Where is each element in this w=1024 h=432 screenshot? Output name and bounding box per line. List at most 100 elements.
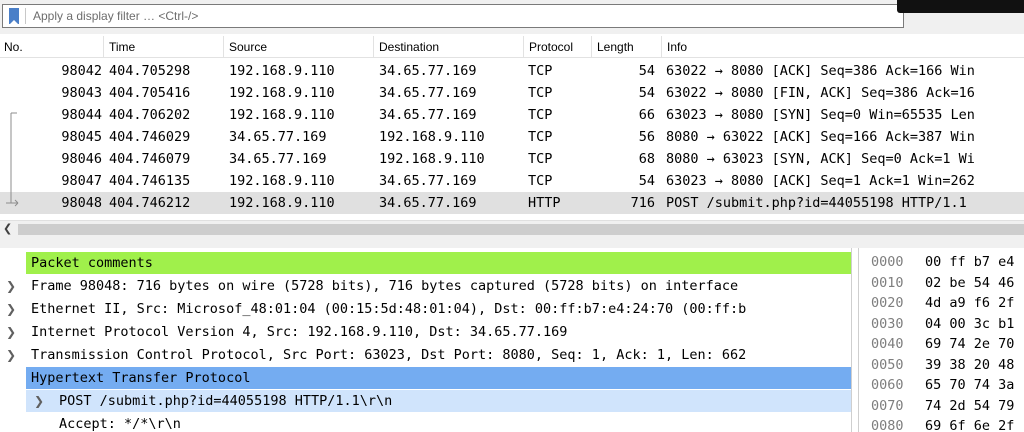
column-header-source[interactable]: Source <box>225 36 374 58</box>
packet-source-cell: 34.65.77.169 <box>229 129 327 145</box>
packet-row[interactable]: 98044 404.706202 192.168.9.110 34.65.77.169… <box>0 104 1024 126</box>
packet-protocol-cell: TCP <box>528 63 553 79</box>
packet-length-cell: 54 <box>638 173 655 189</box>
column-header-no[interactable]: No. <box>0 36 104 58</box>
detail-row[interactable]: ❯ Ethernet II, Src: Microsof_48:01:04 (00… <box>0 298 851 320</box>
packet-row[interactable]: 98043 404.705416 192.168.9.110 34.65.77.169… <box>0 82 1024 104</box>
hex-bytes: 39 38 20 48 <box>925 356 1015 373</box>
packet-protocol-cell: HTTP <box>528 195 561 211</box>
packet-protocol-cell: TCP <box>528 85 553 101</box>
window-edge <box>897 0 1024 13</box>
hex-offset: 0060 <box>871 377 904 393</box>
column-header-info[interactable]: Info <box>663 36 1024 58</box>
hex-offset: 0050 <box>871 356 904 373</box>
conversation-line-icon <box>10 148 12 170</box>
packet-destination-cell: 34.65.77.169 <box>379 173 477 189</box>
packet-row[interactable]: 98045 404.746029 34.65.77.169 192.168.9.110… <box>0 126 1024 148</box>
detail-row[interactable]: ❯ Frame 98048: 716 bytes on wire (5728 bi… <box>0 275 851 297</box>
packet-list: 98042 404.705298 192.168.9.110 34.65.77.169… <box>0 60 1024 218</box>
filter-separator <box>25 8 26 24</box>
packet-list-scrollbar[interactable]: ❮ <box>0 220 1024 237</box>
packet-no-cell: 98045 <box>61 129 102 145</box>
collapse-arrow-icon[interactable]: ❯ <box>2 275 20 297</box>
hex-bytes: 00 ff b7 e4 <box>925 254 1015 270</box>
conversation-line-icon <box>10 126 12 148</box>
detail-row[interactable]: ⌄Hypertext Transfer Protocol <box>26 367 851 389</box>
packet-info-cell: 8080 → 63022 [ACK] Seq=166 Ack=387 Win <box>666 129 975 145</box>
packet-destination-cell: 34.65.77.169 <box>379 85 477 101</box>
detail-text: Frame 98048: 716 bytes on wire (5728 bit… <box>31 278 739 294</box>
hex-offset: 0020 <box>871 295 904 311</box>
detail-row[interactable]: ❯ POST /submit.php?id=44055198 HTTP/1.1\r… <box>26 390 851 412</box>
packet-destination-cell: 192.168.9.110 <box>379 151 485 167</box>
conversation-line-icon <box>10 112 17 126</box>
pane-splitter[interactable] <box>0 237 1024 248</box>
hex-bytes: 4d a9 f6 2f <box>925 295 1015 311</box>
collapse-arrow-icon[interactable]: ❯ <box>2 321 20 343</box>
hex-offset: 0070 <box>871 397 904 414</box>
detail-row[interactable]: ❯Packet comments <box>26 252 851 274</box>
packet-source-cell: 192.168.9.110 <box>229 63 335 79</box>
packet-source-cell: 192.168.9.110 <box>229 107 335 123</box>
packet-time-cell: 404.746079 <box>109 151 191 167</box>
packet-list-header: No. Time Source Destination Protocol Len… <box>0 36 1024 58</box>
packet-length-cell: 54 <box>638 63 655 79</box>
packet-no-cell: 98044 <box>61 107 102 123</box>
detail-row[interactable]: ❯ Transmission Control Protocol, Src Port… <box>0 344 851 366</box>
hex-offset: 0080 <box>871 418 904 432</box>
scrollbar-thumb[interactable] <box>18 224 1024 235</box>
packet-row[interactable]: 98047 404.746135 192.168.9.110 34.65.77.169… <box>0 170 1024 192</box>
packet-row[interactable]: 98048 404.746212 192.168.9.110 34.65.77.169… <box>0 192 1024 214</box>
display-filter-input[interactable]: Apply a display filter … <Ctrl-/> <box>2 4 904 28</box>
packet-destination-cell: 34.65.77.169 <box>379 195 477 211</box>
hex-offset: 0040 <box>871 336 904 352</box>
detail-text: Internet Protocol Version 4, Src: 192.16… <box>31 324 568 340</box>
related-packet-arrow-icon <box>6 192 19 207</box>
detail-text: Hypertext Transfer Protocol <box>31 370 251 386</box>
packet-protocol-cell: TCP <box>528 151 553 167</box>
packet-time-cell: 404.705298 <box>109 63 191 79</box>
column-header-length[interactable]: Length <box>593 36 662 58</box>
packet-info-cell: 8080 → 63023 [SYN, ACK] Seq=0 Ack=1 Wi <box>666 151 975 167</box>
filter-placeholder: Apply a display filter … <Ctrl-/> <box>33 9 199 23</box>
packet-length-cell: 68 <box>638 151 655 167</box>
detail-text: Transmission Control Protocol, Src Port:… <box>31 347 747 363</box>
detail-row[interactable]: Accept: */*\r\n <box>0 413 851 432</box>
packet-destination-cell: 34.65.77.169 <box>379 107 477 123</box>
hex-bytes: 04 00 3c b1 <box>925 315 1015 332</box>
packet-row[interactable]: 98042 404.705298 192.168.9.110 34.65.77.169… <box>0 60 1024 82</box>
packet-bytes-pane: 0000 00 ff b7 e4 0010 02 be 54 46 0020 4d a9 … <box>858 248 1024 432</box>
collapse-arrow-icon[interactable]: ❯ <box>2 298 20 320</box>
packet-time-cell: 404.706202 <box>109 107 191 123</box>
collapse-arrow-icon[interactable]: ❯ <box>30 390 48 412</box>
packet-time-cell: 404.746029 <box>109 129 191 145</box>
packet-no-cell: 98047 <box>61 173 102 189</box>
packet-source-cell: 192.168.9.110 <box>229 173 335 189</box>
hex-bytes: 74 2d 54 79 <box>925 397 1015 414</box>
packet-row[interactable]: 98046 404.746079 34.65.77.169 192.168.9.110… <box>0 148 1024 170</box>
packet-info-cell: 63023 → 8080 [SYN] Seq=0 Win=65535 Len <box>666 107 975 123</box>
packet-info-cell: 63023 → 8080 [ACK] Seq=1 Ack=1 Win=262 <box>666 173 975 189</box>
column-header-protocol[interactable]: Protocol <box>525 36 592 58</box>
packet-info-cell: 63022 → 8080 [FIN, ACK] Seq=386 Ack=16 <box>666 85 975 101</box>
packet-info-cell: 63022 → 8080 [ACK] Seq=386 Ack=166 Win <box>666 63 975 79</box>
column-header-time[interactable]: Time <box>105 36 224 58</box>
hex-offset: 0030 <box>871 315 904 332</box>
scroll-left-icon[interactable]: ❮ <box>3 222 12 235</box>
packet-source-cell: 192.168.9.110 <box>229 195 335 211</box>
packet-destination-cell: 192.168.9.110 <box>379 129 485 145</box>
packet-time-cell: 404.746212 <box>109 195 191 211</box>
detail-row[interactable]: ❯ Internet Protocol Version 4, Src: 192.1… <box>0 321 851 343</box>
packet-protocol-cell: TCP <box>528 129 553 145</box>
packet-no-cell: 98046 <box>61 151 102 167</box>
bookmark-icon[interactable] <box>9 8 19 25</box>
packet-no-cell: 98048 <box>61 195 102 211</box>
display-filter-toolbar: Apply a display filter … <Ctrl-/> <box>0 0 1024 34</box>
packet-length-cell: 56 <box>638 129 655 145</box>
conversation-line-icon <box>10 170 12 192</box>
packet-details-tree: ❯Packet comments ❯ Frame 98048: 716 bytes … <box>0 248 852 432</box>
packet-source-cell: 192.168.9.110 <box>229 85 335 101</box>
column-header-destination[interactable]: Destination <box>375 36 524 58</box>
collapse-arrow-icon[interactable]: ❯ <box>2 344 20 366</box>
packet-source-cell: 34.65.77.169 <box>229 151 327 167</box>
